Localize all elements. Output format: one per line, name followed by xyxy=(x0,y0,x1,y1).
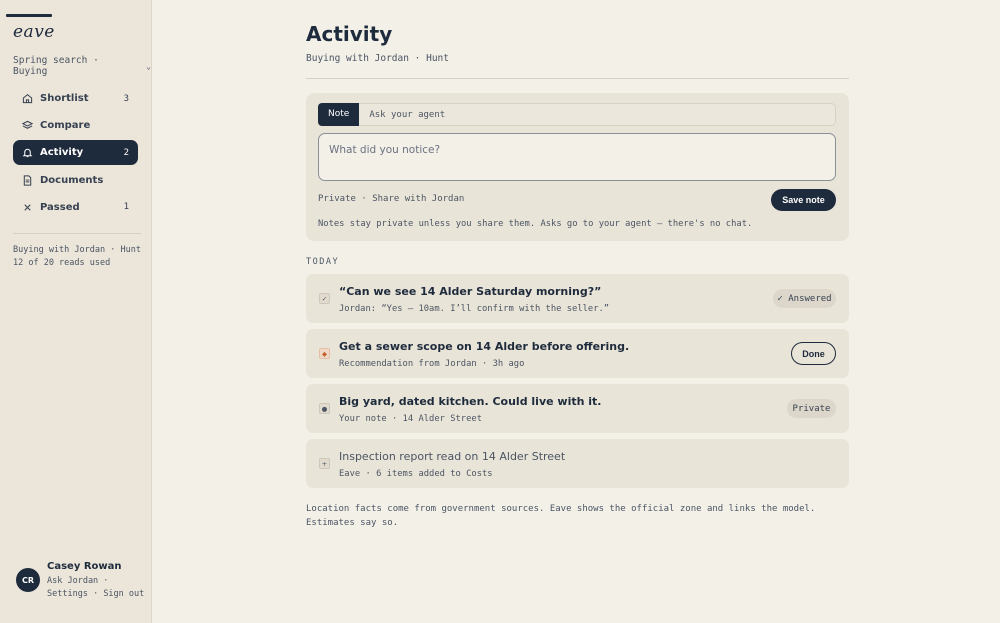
sidebar-item-label: Activity xyxy=(40,147,84,159)
chevron-down-icon: ⌄ xyxy=(146,61,151,71)
done-button[interactable]: Done xyxy=(791,342,836,365)
user-links: Ask Jordan · Settings · Sign out xyxy=(47,576,145,599)
home-icon xyxy=(22,93,33,104)
note-input[interactable] xyxy=(318,133,836,181)
sidebar-item-label: Compare xyxy=(40,120,91,132)
sidebar-item-label: Documents xyxy=(40,174,104,186)
privacy-options: Private · Share with Jordan xyxy=(318,194,465,204)
progress-bar xyxy=(6,14,52,17)
sidebar-item-label: Passed xyxy=(40,201,80,213)
activity-title: Get a sewer scope on 14 Alder before off… xyxy=(339,340,630,353)
composer-tabs: Note Ask your agent xyxy=(318,102,836,126)
search-context-selector[interactable]: Spring search · Buying ⌄ xyxy=(13,55,151,77)
sign-out-link[interactable]: Sign out xyxy=(103,589,144,599)
plan-info: Buying with Jordan · Hunt 12 of 20 reads… xyxy=(13,244,141,270)
diamond-icon: ◆ xyxy=(319,348,330,359)
activity-subtitle: Eave · 6 items added to Costs xyxy=(339,469,493,479)
activity-item-recommendation[interactable]: ◆ Get a sewer scope on 14 Alder before o… xyxy=(306,329,849,378)
sidebar-item-documents[interactable]: Documents xyxy=(13,168,138,193)
activity-item-system[interactable]: + Inspection report read on 14 Alder Str… xyxy=(306,439,849,488)
activity-item-note[interactable]: ● Big yard, dated kitchen. Could live wi… xyxy=(306,384,849,433)
bell-icon xyxy=(22,147,33,158)
activity-subtitle: Jordan: “Yes — 10am. I’ll confirm with t… xyxy=(339,304,610,314)
sidebar-item-passed[interactable]: Passed 1 xyxy=(13,195,138,220)
page-subtitle: Buying with Jordan · Hunt xyxy=(306,53,449,64)
composer-hint: Notes stay private unless you share them… xyxy=(318,219,753,229)
plus-icon: + xyxy=(319,458,330,469)
dot-icon: ● xyxy=(319,403,330,414)
activity-subtitle: Recommendation from Jordan · 3h ago xyxy=(339,359,525,369)
note-composer: Note Ask your agent Private · Share with… xyxy=(306,93,849,241)
activity-title: Inspection report read on 14 Alder Stree… xyxy=(339,450,566,463)
reads-usage: 12 of 20 reads used xyxy=(13,258,111,268)
activity-subtitle: Your note · 14 Alder Street xyxy=(339,414,482,424)
check-icon: ✓ xyxy=(319,293,330,304)
sidebar-divider xyxy=(13,233,141,234)
logo[interactable]: eave xyxy=(13,22,55,42)
sidebar-item-activity[interactable]: Activity 2 xyxy=(13,140,138,166)
layers-icon xyxy=(22,120,33,131)
sidebar-item-compare[interactable]: Compare xyxy=(13,113,138,138)
tab-note[interactable]: Note xyxy=(318,102,360,126)
save-note-button[interactable]: Save note xyxy=(771,189,836,211)
privacy-private-option[interactable]: Private xyxy=(318,194,356,204)
ask-agent-link[interactable]: Ask Jordan xyxy=(47,576,98,586)
sidebar: eave Spring search · Buying ⌄ Shortlist … xyxy=(0,0,152,623)
avatar[interactable]: CR xyxy=(16,568,40,592)
page-title: Activity xyxy=(306,22,393,46)
search-context-label: Spring search · Buying xyxy=(13,55,99,77)
document-icon xyxy=(22,174,33,186)
activity-title: Big yard, dated kitchen. Could live with… xyxy=(339,395,602,408)
user-name: Casey Rowan xyxy=(47,561,122,572)
sidebar-item-count: 2 xyxy=(123,147,129,158)
sidebar-item-count: 1 xyxy=(123,202,129,213)
activity-item-question[interactable]: ✓ “Can we see 14 Alder Saturday morning?… xyxy=(306,274,849,323)
sidebar-item-count: 3 xyxy=(123,93,129,104)
section-label-today: TODAY xyxy=(306,257,340,267)
sidebar-nav: Shortlist 3 Compare Activity 2 Documents xyxy=(13,86,138,222)
footnote: Location facts come from government sour… xyxy=(306,504,816,528)
close-icon xyxy=(22,202,33,213)
status-badge-private: Private xyxy=(787,399,836,418)
header-divider xyxy=(306,78,849,79)
share-with-agent-option[interactable]: Share with Jordan xyxy=(372,194,464,204)
sidebar-item-label: Shortlist xyxy=(40,93,89,104)
plan-context: Buying with Jordan · Hunt xyxy=(13,245,141,255)
sidebar-item-shortlist[interactable]: Shortlist 3 xyxy=(13,86,138,111)
settings-link[interactable]: Settings xyxy=(47,589,88,599)
tab-ask-agent[interactable]: Ask your agent xyxy=(359,110,445,120)
activity-title: “Can we see 14 Alder Saturday morning?” xyxy=(339,285,602,298)
status-badge-answered: ✓ Answered xyxy=(773,289,836,308)
